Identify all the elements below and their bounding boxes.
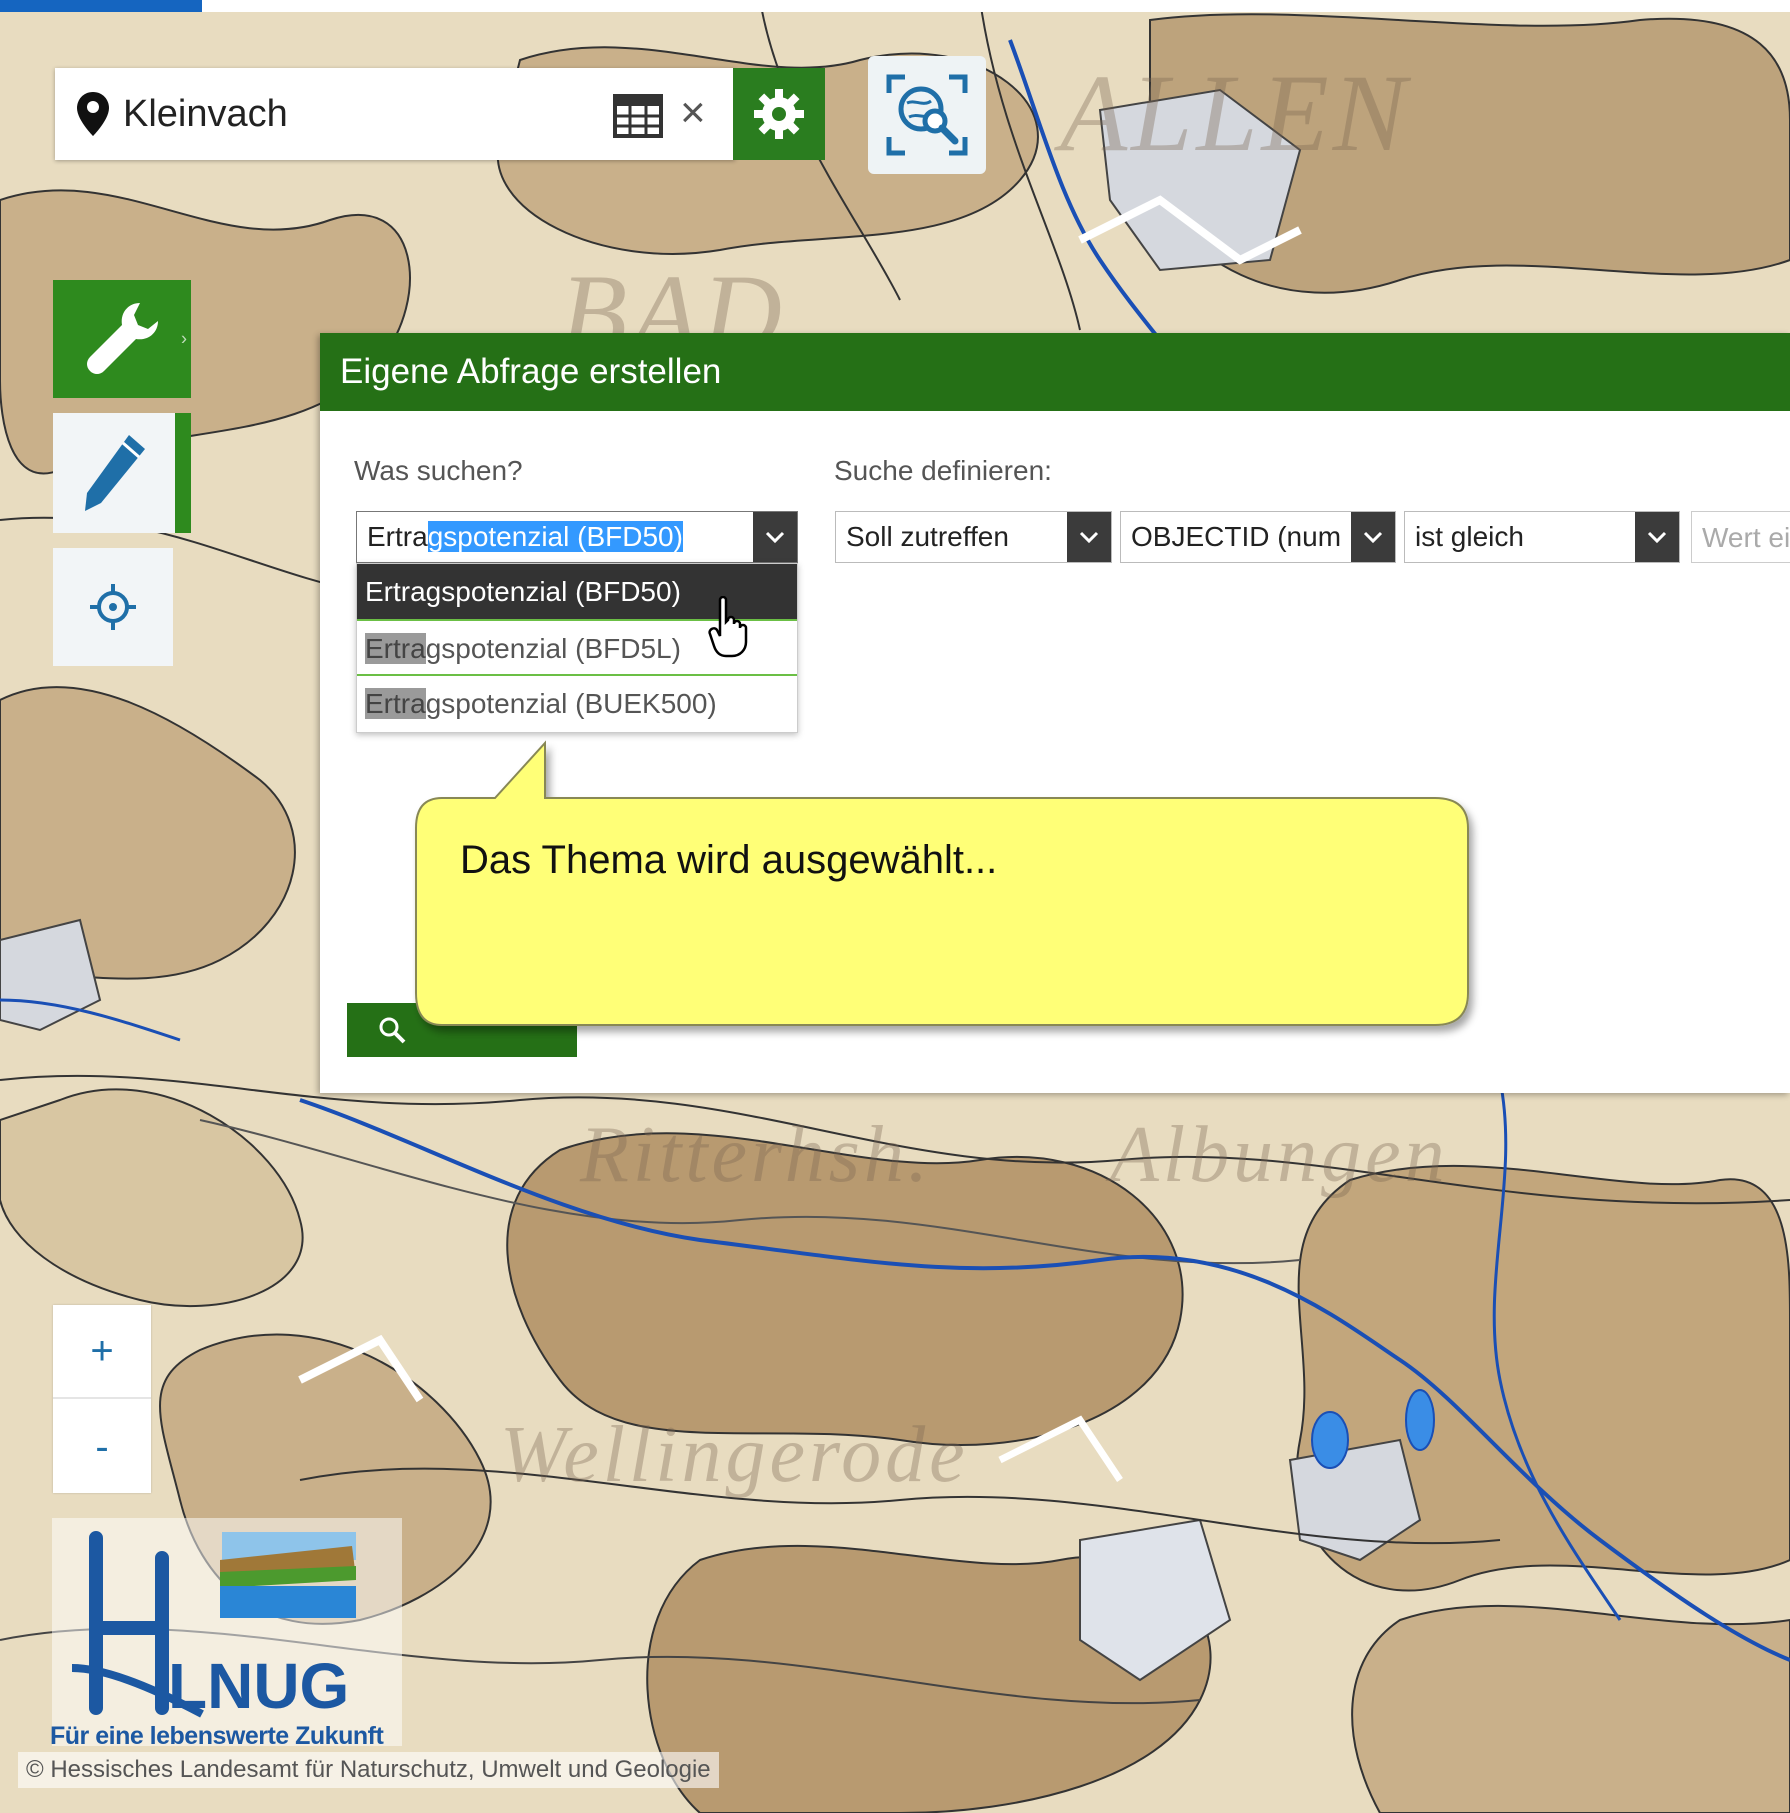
location-search-bar: Kleinvach × xyxy=(55,68,735,160)
map-label: Wellingerode xyxy=(500,1411,969,1499)
settings-button[interactable] xyxy=(733,68,825,160)
option-label: gspotenzial (BFD5L) xyxy=(425,633,681,664)
map-label: Albungen xyxy=(1110,1111,1449,1199)
zoom-control: + - xyxy=(53,1305,151,1493)
search-input[interactable]: Kleinvach xyxy=(123,90,288,138)
globe-search-icon xyxy=(886,74,968,156)
option-match: Ertra xyxy=(365,633,426,664)
hlnug-logo: LNUG xyxy=(52,1518,402,1746)
what-label: Was suchen? xyxy=(354,455,523,486)
pencil-icon xyxy=(85,435,145,511)
tutorial-callout xyxy=(415,740,1469,1026)
theme-select[interactable]: Ertragspotenzial (BFD50) xyxy=(356,511,798,563)
active-tab-indicator xyxy=(0,0,202,12)
value-input[interactable]: Wert ei xyxy=(1691,511,1790,563)
dropdown-option[interactable]: Ertragspotenzial (BUEK500) xyxy=(357,674,797,729)
copyright-notice: © Hessisches Landesamt für Naturschutz, … xyxy=(18,1752,719,1788)
draw-button[interactable] xyxy=(53,413,191,533)
callout-text: Das Thema wird ausgewählt... xyxy=(460,838,998,882)
chevron-down-icon[interactable] xyxy=(1067,512,1111,562)
operator-select-value: ist gleich xyxy=(1415,521,1524,552)
define-label: Suche definieren: xyxy=(834,455,1052,486)
logo-slogan: Für eine lebenswerte Zukunft xyxy=(50,1722,384,1750)
condition-select[interactable]: Soll zutreffen xyxy=(835,511,1112,563)
crosshair-icon xyxy=(90,584,136,630)
operator-select[interactable]: ist gleich xyxy=(1404,511,1680,563)
top-strip xyxy=(0,0,1790,12)
dialog-header: Eigene Abfrage erstellen xyxy=(320,333,1790,411)
option-match: Ertra xyxy=(365,688,426,719)
map-search-button[interactable] xyxy=(868,56,986,174)
magnifier-icon xyxy=(379,1017,406,1044)
close-icon[interactable]: × xyxy=(680,88,706,138)
option-label: Ertragspotenzial (BFD50) xyxy=(365,576,681,607)
tools-button[interactable]: › xyxy=(53,280,191,398)
chevron-right-icon: › xyxy=(181,328,187,349)
map-label: ALLEN xyxy=(1060,52,1411,174)
option-label: gspotenzial (BUEK500) xyxy=(425,688,717,719)
wrench-icon xyxy=(87,303,158,374)
theme-select-prefix: Ertra xyxy=(367,521,428,552)
chevron-down-icon[interactable] xyxy=(753,512,797,562)
locate-button[interactable] xyxy=(53,548,173,666)
zoom-out-button[interactable]: - xyxy=(53,1401,151,1493)
hand-cursor-icon xyxy=(708,596,748,658)
theme-select-selection: gspotenzial (BFD50) xyxy=(427,521,683,552)
map-pin-icon xyxy=(77,92,109,136)
gear-icon xyxy=(754,89,804,139)
zoom-in-button[interactable]: + xyxy=(53,1305,151,1399)
hlnug-logo-graphic: LNUG xyxy=(71,1531,356,1722)
field-select[interactable]: OBJECTID (num xyxy=(1120,511,1396,563)
chevron-down-icon[interactable] xyxy=(1635,512,1679,562)
table-icon[interactable] xyxy=(613,94,663,138)
chevron-down-icon[interactable] xyxy=(1351,512,1395,562)
field-select-value: OBJECTID (num xyxy=(1131,521,1342,552)
dialog-title: Eigene Abfrage erstellen xyxy=(340,352,722,391)
map-label: Ritterhsh. xyxy=(580,1111,932,1199)
value-input-placeholder: Wert ei xyxy=(1702,522,1790,553)
svg-text:LNUG: LNUG xyxy=(168,1650,349,1722)
condition-select-value: Soll zutreffen xyxy=(846,521,1009,552)
